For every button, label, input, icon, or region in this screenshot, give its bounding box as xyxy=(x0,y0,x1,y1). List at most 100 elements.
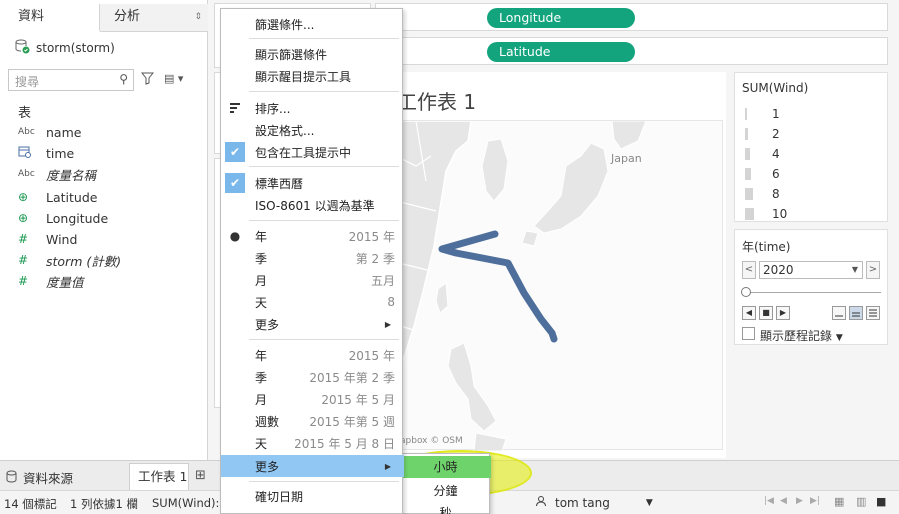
abc-icon: Abc xyxy=(18,127,35,137)
menu-item-example: 2015 年 xyxy=(348,348,395,363)
menu-item-format[interactable]: 設定格式... xyxy=(221,119,404,141)
globe-icon: ⊕ xyxy=(18,211,29,225)
columns-shelf[interactable]: 欄 Longitude xyxy=(374,3,888,31)
datasource-tab[interactable]: 資料來源 xyxy=(6,468,73,487)
sheet-tab[interactable]: 工作表 1 xyxy=(129,463,189,491)
search-input[interactable]: 搜尋 ⚲ xyxy=(8,69,134,91)
menu-item-label: 季 xyxy=(255,370,268,385)
submenu-item-second[interactable]: 秒 xyxy=(400,502,491,514)
tabs-view-icon[interactable]: ■ xyxy=(876,495,886,508)
field-latitude[interactable]: ⊕ Latitude xyxy=(18,187,97,207)
field-measure-values[interactable]: # 度量值 xyxy=(18,271,84,291)
menu-item-iso8601[interactable]: ISO-8601 以週為基準 xyxy=(221,194,404,216)
size-value: 6 xyxy=(772,167,780,181)
field-label: Latitude xyxy=(46,189,98,205)
menu-item-show-filter[interactable]: 顯示篩選條件 xyxy=(221,43,404,65)
menu-item-more-values[interactable]: 更多 ▶ xyxy=(221,455,404,477)
menu-item-day-part[interactable]: 天 8 xyxy=(221,291,404,313)
menu-item-label: 月 xyxy=(255,273,268,288)
field-storm-count[interactable]: # storm (計數) xyxy=(18,250,121,270)
menu-item-quarter-part[interactable]: 季 第 2 季 xyxy=(221,247,404,269)
field-wind[interactable]: # Wind xyxy=(18,229,77,249)
submenu-item-hour[interactable]: 小時 xyxy=(400,456,491,478)
first-sheet-icon[interactable]: |◀ xyxy=(764,496,774,506)
speed-slow-icon[interactable] xyxy=(832,306,846,320)
size-legend-item: 10 xyxy=(745,207,787,221)
sum-readout: SUM(Wind): 8 xyxy=(152,496,231,510)
menu-item-quarter-value[interactable]: 季 2015 年第 2 季 xyxy=(221,366,404,388)
filter-icon[interactable] xyxy=(140,72,155,89)
view-options-icon[interactable]: ▤ ▾ xyxy=(164,72,183,85)
size-legend-item: 4 xyxy=(745,147,780,161)
field-time[interactable]: time xyxy=(18,143,74,163)
play-forward-button[interactable]: ▶ xyxy=(776,306,790,320)
menu-item-month-part[interactable]: 月 五月 xyxy=(221,269,404,291)
latitude-pill[interactable]: Latitude xyxy=(487,42,635,62)
new-sheet-icon[interactable]: ⊞ xyxy=(195,468,206,483)
filmstrip-icon[interactable]: ▥ xyxy=(856,495,866,508)
menu-item-month-value[interactable]: 月 2015 年 5 月 xyxy=(221,388,404,410)
year-dropdown[interactable]: 2020 ▼ xyxy=(759,261,863,279)
rows-shelf[interactable]: 列 Latitude xyxy=(374,37,888,65)
rows-cols-count: 1 列依據1 欄 xyxy=(70,497,138,511)
menu-item-exact-date[interactable]: 確切日期 xyxy=(221,485,404,507)
size-legend-item: 2 xyxy=(745,127,780,141)
menu-item-filter[interactable]: 篩選條件... xyxy=(221,13,404,35)
chevron-down-icon: ▼ xyxy=(835,333,843,343)
menu-item-more-parts[interactable]: 更多 ▶ xyxy=(221,313,404,335)
tab-analysis[interactable]: 分析 ⇕ xyxy=(100,4,208,32)
menu-item-day-value[interactable]: 天 2015 年 5 月 8 日 xyxy=(221,432,404,454)
sheet-sorter-icon[interactable]: ▦ xyxy=(834,495,844,508)
menu-item-sort[interactable]: 排序... xyxy=(221,97,404,119)
menu-item-show-highlighter[interactable]: 顯示醒目提示工具 xyxy=(221,65,404,87)
prev-year-button[interactable]: < xyxy=(742,261,756,279)
menu-item-example: 2015 年 xyxy=(348,229,395,244)
field-longitude[interactable]: ⊕ Longitude xyxy=(18,208,108,228)
speed-medium-icon[interactable] xyxy=(849,306,863,320)
sheet-title[interactable]: 工作表 1 xyxy=(397,86,476,115)
menu-item-include-tooltip[interactable]: ✔ 包含在工具提示中 xyxy=(221,141,404,163)
menu-separator xyxy=(249,91,399,92)
hash-icon: # xyxy=(18,232,29,246)
checkmark-icon: ✔ xyxy=(225,173,245,193)
size-legend-title: SUM(Wind) xyxy=(742,81,809,95)
menu-item-gregorian[interactable]: ✔ 標準西曆 xyxy=(221,172,404,194)
menu-item-year-part[interactable]: ● 年 2015 年 xyxy=(221,225,404,247)
search-placeholder: 搜尋 xyxy=(15,75,40,89)
submenu-arrow-icon: ▶ xyxy=(384,461,391,471)
next-year-button[interactable]: > xyxy=(866,261,880,279)
checkmark-icon: ✔ xyxy=(225,142,245,162)
last-sheet-icon[interactable]: ▶| xyxy=(810,496,820,506)
year-slider-track[interactable] xyxy=(745,292,881,293)
size-legend[interactable]: SUM(Wind) 1 2 4 6 8 10 xyxy=(734,72,888,222)
menu-item-week-value[interactable]: 週數 2015 年第 5 週 xyxy=(221,410,404,432)
show-history-checkbox[interactable] xyxy=(742,327,755,340)
submenu-item-minute[interactable]: 分鐘 xyxy=(400,480,491,502)
year-selected-value: 2020 xyxy=(763,263,794,277)
speed-fast-icon[interactable] xyxy=(866,306,880,320)
menu-item-label: 更多 xyxy=(255,317,280,332)
context-menu: 篩選條件... 顯示篩選條件 顯示醒目提示工具 排序... 設定格式... ✔ … xyxy=(220,8,404,514)
chevron-down-icon: ▼ xyxy=(645,497,653,508)
size-legend-item: 6 xyxy=(745,167,780,181)
longitude-pill[interactable]: Longitude xyxy=(487,8,635,28)
storm-track[interactable] xyxy=(438,230,558,343)
year-slider-handle[interactable] xyxy=(741,287,751,297)
prev-sheet-icon[interactable]: ◀ xyxy=(780,496,787,506)
tab-data[interactable]: 資料 xyxy=(0,4,100,32)
field-name[interactable]: Abc name xyxy=(18,122,81,142)
menu-item-year-value[interactable]: 年 2015 年 xyxy=(221,344,404,366)
datasource-item[interactable]: storm(storm) xyxy=(14,38,115,57)
field-measure-names[interactable]: Abc 度量名稱 xyxy=(18,164,96,184)
user-menu[interactable]: tom tang ▼ xyxy=(535,495,653,510)
sort-icon xyxy=(225,98,245,118)
menu-item-label: 更多 xyxy=(255,459,280,474)
play-back-button[interactable]: ◀ xyxy=(742,306,756,320)
menu-item-label: 週數 xyxy=(255,414,280,429)
map-credit[interactable]: apbox © OSM xyxy=(400,436,463,446)
show-history-label[interactable]: 顯示歷程記錄 ▼ xyxy=(760,327,843,344)
menu-item-label: 包含在工具提示中 xyxy=(255,145,352,160)
stop-button[interactable]: ■ xyxy=(759,306,773,320)
next-sheet-icon[interactable]: ▶ xyxy=(796,496,803,506)
map-view[interactable]: Japan apbox © OSM xyxy=(375,120,723,451)
